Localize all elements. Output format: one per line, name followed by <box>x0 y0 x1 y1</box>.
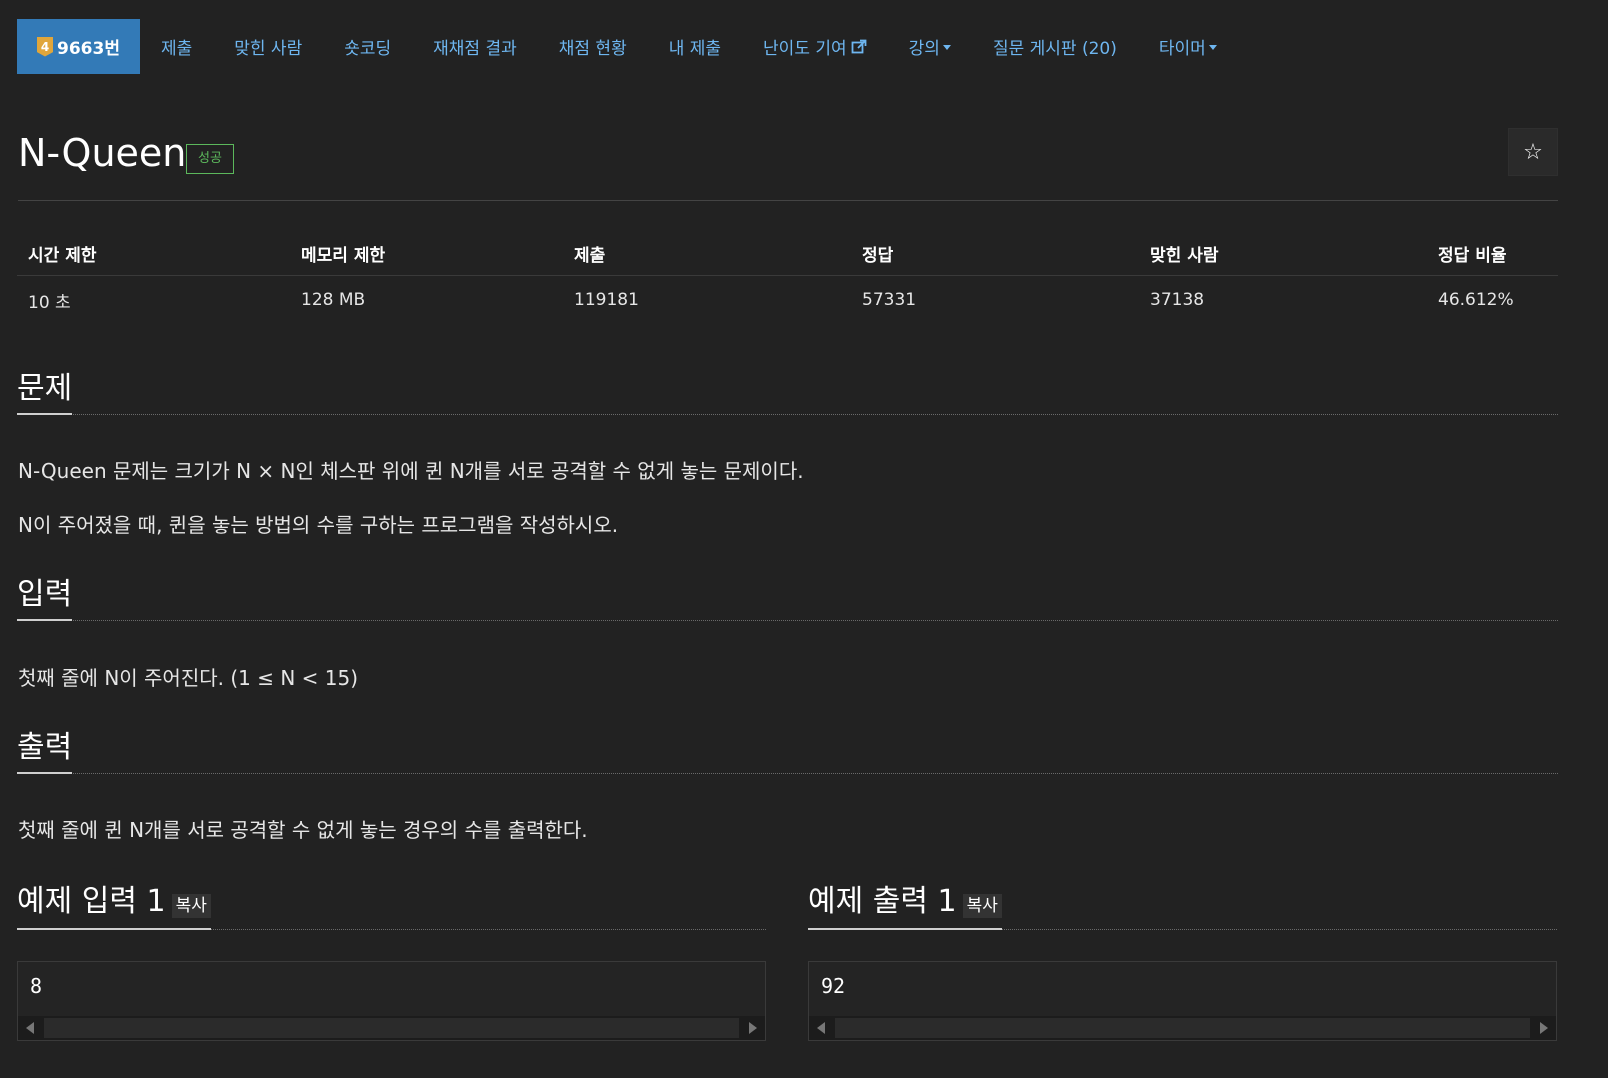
nav-board[interactable]: 질문 게시판 (20) <box>972 19 1138 74</box>
sample-input-value: 8 <box>30 974 43 998</box>
sample-input-section: 예제 입력 1 복사 8 <box>17 877 766 1041</box>
nav-submit[interactable]: 제출 <box>140 19 213 74</box>
sample-output-heading-inner: 예제 출력 1 복사 <box>808 884 1002 930</box>
nav-problem-number[interactable]: 4 9663번 <box>17 19 140 74</box>
nav-my-submissions[interactable]: 내 제출 <box>648 19 742 74</box>
scroll-left-arrow-icon[interactable] <box>26 1022 34 1034</box>
star-icon: ☆ <box>1523 139 1543 165</box>
external-link-icon <box>851 39 867 53</box>
nav-difficulty-label: 난이도 기여 <box>763 39 847 59</box>
value-accepted: 57331 <box>862 290 917 310</box>
output-title: 출력 <box>17 730 73 774</box>
nav-timer[interactable]: 타이머 <box>1138 19 1238 74</box>
description-line-1: N-Queen 문제는 크기가 N × N인 체스판 위에 퀸 N개를 서로 공… <box>18 459 804 483</box>
sample-output-value: 92 <box>821 974 846 998</box>
nav-lectures[interactable]: 강의 <box>888 19 972 74</box>
sample-output-heading: 예제 출력 1 복사 <box>808 877 1557 930</box>
table-header-row: 시간 제한 메모리 제한 제출 정답 맞힌 사람 정답 비율 <box>17 231 1558 276</box>
favorite-star-button[interactable]: ☆ <box>1508 128 1558 176</box>
problem-info-table: 시간 제한 메모리 제한 제출 정답 맞힌 사람 정답 비율 10 초 128 … <box>17 231 1558 324</box>
header-solvers: 맞힌 사람 <box>1139 231 1427 276</box>
description-line-2: N이 주어졌을 때, 퀸을 놓는 방법의 수를 구하는 프로그램을 작성하시오. <box>18 513 619 537</box>
output-heading: 출력 <box>17 725 1558 774</box>
sample-input-box: 8 <box>17 961 766 1041</box>
sample-input-title: 예제 입력 1 <box>17 884 166 919</box>
header-submissions: 제출 <box>563 231 851 276</box>
value-time-limit: 10 초 <box>28 292 71 313</box>
header-accept-ratio: 정답 비율 <box>1427 231 1558 276</box>
chevron-down-icon <box>1208 45 1217 50</box>
output-description: 첫째 줄에 퀸 N개를 서로 공격할 수 없게 놓는 경우의 수를 출력한다. <box>18 818 588 842</box>
sample-output-box: 92 <box>808 961 1557 1041</box>
scroll-track[interactable] <box>835 1018 1530 1038</box>
nav-rejudge[interactable]: 재채점 결과 <box>412 19 538 74</box>
nav-lectures-label: 강의 <box>908 39 940 59</box>
nav-shortcoding[interactable]: 숏코딩 <box>323 19 412 74</box>
input-title: 입력 <box>17 577 73 621</box>
sample-input-heading-inner: 예제 입력 1 복사 <box>17 884 211 930</box>
header-time-limit: 시간 제한 <box>17 231 290 276</box>
input-description: 첫째 줄에 N이 주어진다. (1 ≤ N < 15) <box>18 666 359 690</box>
horizontal-scrollbar[interactable] <box>18 1016 765 1040</box>
input-heading: 입력 <box>17 572 1558 621</box>
description-heading: 문제 <box>17 366 1558 415</box>
value-accept-ratio: 46.612% <box>1438 290 1514 310</box>
chevron-down-icon <box>942 45 951 50</box>
scroll-left-arrow-icon[interactable] <box>817 1022 825 1034</box>
value-submissions: 119181 <box>574 290 639 310</box>
problem-nav: 4 9663번 제출 맞힌 사람 숏코딩 재채점 결과 채점 현황 내 제출 난… <box>17 19 1238 74</box>
nav-rejudge-label: 재채점 결과 <box>433 39 517 59</box>
problem-number-label: 9663번 <box>57 39 120 59</box>
title-row: N-Queen 성공 ☆ <box>18 128 1558 201</box>
table-row: 10 초 128 MB 119181 57331 37138 46.612% <box>17 276 1558 325</box>
value-memory-limit: 128 MB <box>301 290 366 310</box>
page-title: N-Queen <box>18 131 187 175</box>
nav-difficulty[interactable]: 난이도 기여 <box>742 19 888 74</box>
tier-badge-icon: 4 <box>37 36 53 57</box>
nav-my-submissions-label: 내 제출 <box>668 39 722 59</box>
nav-status[interactable]: 채점 현황 <box>538 19 648 74</box>
sample-input-heading: 예제 입력 1 복사 <box>17 877 766 930</box>
scroll-track[interactable] <box>44 1018 739 1038</box>
status-badge: 성공 <box>186 144 234 174</box>
header-memory-limit: 메모리 제한 <box>290 231 563 276</box>
description-title: 문제 <box>17 371 73 415</box>
value-solvers: 37138 <box>1150 290 1205 310</box>
nav-board-label: 질문 게시판 (20) <box>992 39 1117 59</box>
copy-output-button[interactable]: 복사 <box>962 894 1002 918</box>
scroll-right-arrow-icon[interactable] <box>749 1022 757 1034</box>
nav-timer-label: 타이머 <box>1158 39 1206 59</box>
nav-solvers[interactable]: 맞힌 사람 <box>213 19 323 74</box>
copy-input-button[interactable]: 복사 <box>171 894 211 918</box>
scroll-right-arrow-icon[interactable] <box>1540 1022 1548 1034</box>
sample-output-title: 예제 출력 1 <box>808 884 957 919</box>
nav-solvers-label: 맞힌 사람 <box>234 39 303 59</box>
nav-shortcoding-label: 숏코딩 <box>344 39 392 59</box>
nav-submit-label: 제출 <box>160 39 193 59</box>
horizontal-scrollbar[interactable] <box>809 1016 1556 1040</box>
sample-output-section: 예제 출력 1 복사 92 <box>808 877 1557 1041</box>
header-accepted: 정답 <box>851 231 1139 276</box>
nav-status-label: 채점 현황 <box>558 39 627 59</box>
